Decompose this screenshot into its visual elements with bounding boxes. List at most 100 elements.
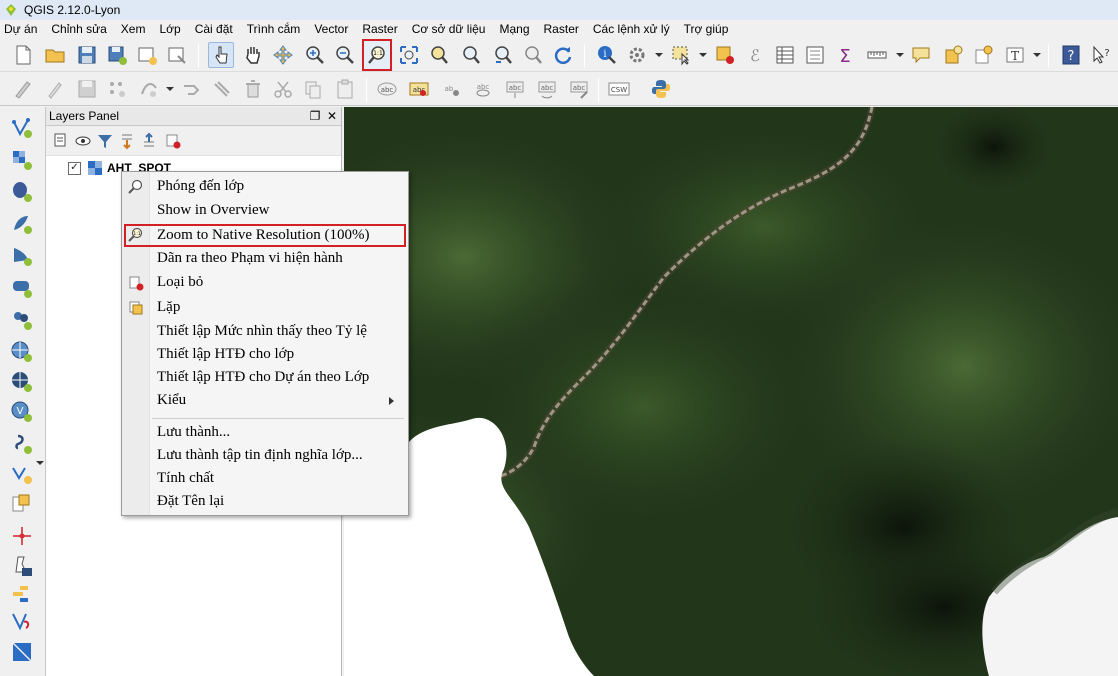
- measure-icon[interactable]: ℰ: [742, 42, 768, 68]
- menu-help[interactable]: Trợ giúp: [684, 22, 729, 36]
- menu-item-stretch-to-extent[interactable]: Dãn ra theo Phạm vi hiện hành: [157, 250, 343, 267]
- add-wfs-layer-icon[interactable]: V: [8, 399, 36, 425]
- statistical-summary-icon[interactable]: Σ: [832, 42, 858, 68]
- add-delimited-text-icon[interactable]: [8, 431, 36, 457]
- new-shapefile-icon[interactable]: [8, 461, 36, 487]
- pin-labels-icon[interactable]: ab: [438, 76, 464, 102]
- add-spatialite-layer-icon[interactable]: [8, 211, 36, 237]
- field-calculator-icon[interactable]: [802, 42, 828, 68]
- attribute-table-icon[interactable]: [772, 42, 798, 68]
- move-label-icon[interactable]: abc: [502, 76, 528, 102]
- menu-item-set-project-crs[interactable]: Thiết lập HTĐ cho Dự án theo Lớp: [157, 369, 369, 386]
- python-console-icon[interactable]: [648, 76, 674, 102]
- map-canvas[interactable]: [344, 107, 1118, 676]
- whats-this-icon[interactable]: ?: [1088, 42, 1114, 68]
- show-hide-labels-icon[interactable]: abc: [470, 76, 496, 102]
- menu-item-save-layer-definition[interactable]: Lưu thành tập tin định nghĩa lớp...: [157, 447, 363, 464]
- menu-raster[interactable]: Raster: [362, 22, 397, 36]
- chevron-down-icon[interactable]: [699, 53, 707, 57]
- map-tips-icon[interactable]: [908, 42, 934, 68]
- new-project-icon[interactable]: [10, 42, 36, 68]
- menu-raster-2[interactable]: Raster: [544, 22, 579, 36]
- measure-line-icon[interactable]: [864, 42, 890, 68]
- move-feature-icon[interactable]: [136, 76, 162, 102]
- zoom-to-layer-icon[interactable]: [458, 42, 484, 68]
- menu-vector[interactable]: Vector: [314, 22, 348, 36]
- add-postgis-layer-icon[interactable]: [8, 179, 36, 205]
- metasearch-csw-button[interactable]: CSW: [606, 76, 632, 102]
- gps-tool-icon[interactable]: [8, 553, 36, 579]
- menu-item-remove[interactable]: Loại bỏ: [157, 274, 203, 291]
- cut-features-icon[interactable]: [270, 76, 296, 102]
- chevron-down-icon[interactable]: [36, 461, 44, 465]
- filter-legend-icon[interactable]: [96, 132, 114, 150]
- zoom-next-icon[interactable]: [520, 42, 546, 68]
- add-db2-layer-icon[interactable]: [8, 275, 36, 301]
- copy-features-icon[interactable]: [300, 76, 326, 102]
- close-icon[interactable]: ✕: [325, 109, 339, 123]
- zoom-last-icon[interactable]: [490, 42, 516, 68]
- menu-item-show-in-overview[interactable]: Show in Overview: [157, 202, 270, 219]
- float-panel-icon[interactable]: ❐: [308, 109, 322, 123]
- help-icon[interactable]: ?: [1058, 42, 1084, 68]
- layer-labeling-icon[interactable]: abc: [374, 76, 400, 102]
- select-features-icon[interactable]: [668, 42, 694, 68]
- touch-zoom-pan-icon[interactable]: [208, 42, 234, 68]
- add-raster-layer-icon[interactable]: [8, 147, 36, 173]
- add-vector-layer-icon[interactable]: [8, 115, 36, 141]
- menu-item-save-as[interactable]: Lưu thành...: [157, 424, 230, 441]
- layer-visibility-checkbox[interactable]: ✓: [68, 161, 81, 175]
- pan-map-icon[interactable]: [240, 42, 266, 68]
- menu-view[interactable]: Xem: [121, 22, 146, 36]
- menu-item-rename[interactable]: Đặt Tên lại: [157, 493, 224, 510]
- show-bookmarks-icon[interactable]: [970, 42, 996, 68]
- run-feature-action-icon[interactable]: [624, 42, 650, 68]
- vector-style-icon[interactable]: [8, 609, 36, 635]
- add-mssql-layer-icon[interactable]: [8, 243, 36, 269]
- menu-item-duplicate[interactable]: Lặp: [157, 299, 180, 316]
- chevron-down-icon[interactable]: [1033, 53, 1041, 57]
- composer-manager-icon[interactable]: [164, 42, 190, 68]
- add-group-icon[interactable]: [52, 132, 70, 150]
- node-tool-icon[interactable]: [178, 76, 204, 102]
- open-project-icon[interactable]: [42, 42, 68, 68]
- chevron-down-icon[interactable]: [166, 87, 174, 91]
- menu-settings[interactable]: Cài đặt: [195, 22, 233, 36]
- trash-icon[interactable]: [240, 76, 266, 102]
- menu-item-zoom-to-layer[interactable]: Phóng đến lớp: [157, 178, 244, 195]
- new-bookmark-icon[interactable]: [940, 42, 966, 68]
- change-label-icon[interactable]: abc: [566, 76, 592, 102]
- save-edits-icon[interactable]: [74, 76, 100, 102]
- menu-plugins[interactable]: Trình cắm: [247, 22, 301, 36]
- zoom-full-icon[interactable]: [396, 42, 422, 68]
- menu-item-properties[interactable]: Tính chất: [157, 470, 214, 487]
- current-edits-icon[interactable]: [10, 76, 36, 102]
- add-oracle-layer-icon[interactable]: [8, 307, 36, 333]
- menu-project[interactable]: Dự án: [4, 22, 37, 36]
- chevron-down-icon[interactable]: [655, 53, 663, 57]
- menu-item-scale-visibility[interactable]: Thiết lập Mức nhìn thấy theo Tỷ lệ: [157, 323, 367, 340]
- raster-calculator-icon[interactable]: [8, 639, 36, 665]
- add-wcs-layer-icon[interactable]: [8, 369, 36, 395]
- manage-visibility-icon[interactable]: [74, 132, 92, 150]
- menu-item-set-layer-crs[interactable]: Thiết lập HTĐ cho lớp: [157, 346, 294, 363]
- pan-to-selection-icon[interactable]: [270, 42, 296, 68]
- delete-selected-icon[interactable]: [208, 76, 234, 102]
- geoprocessing-icon[interactable]: [8, 581, 36, 607]
- refresh-icon[interactable]: [550, 42, 576, 68]
- new-print-composer-icon[interactable]: [134, 42, 160, 68]
- add-feature-icon[interactable]: [104, 76, 130, 102]
- new-spatialite-layer-icon[interactable]: [8, 491, 36, 517]
- menu-database[interactable]: Cơ sở dữ liệu: [412, 22, 486, 36]
- menu-item-styles[interactable]: Kiểu: [157, 392, 186, 409]
- zoom-native-resolution-button[interactable]: 1:1: [362, 39, 392, 71]
- digitize-point-icon[interactable]: [8, 523, 36, 549]
- save-project-icon[interactable]: [74, 42, 100, 68]
- deselect-features-icon[interactable]: [712, 42, 738, 68]
- remove-layer-icon[interactable]: [164, 132, 182, 150]
- text-annotation-icon[interactable]: T: [1002, 42, 1028, 68]
- menu-item-zoom-native-resolution[interactable]: Zoom to Native Resolution (100%): [124, 224, 406, 247]
- rotate-label-icon[interactable]: abc: [534, 76, 560, 102]
- collapse-all-icon[interactable]: [140, 132, 158, 150]
- paste-features-icon[interactable]: [332, 76, 358, 102]
